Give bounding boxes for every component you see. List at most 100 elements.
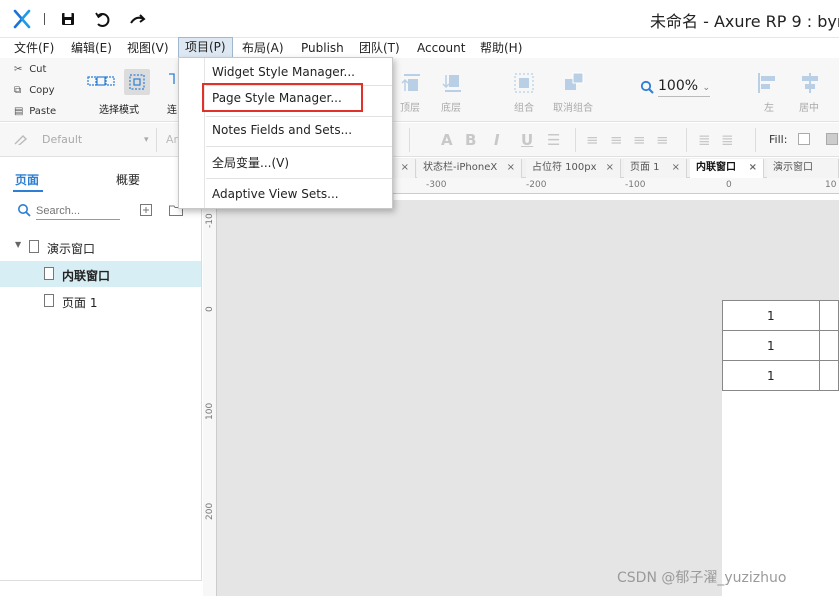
format-divider	[575, 128, 576, 152]
panel-footer	[0, 580, 202, 596]
window-title: 未命名 - Axure RP 9 : byro	[650, 12, 839, 31]
zoom-level-select[interactable]: 100% ⌄	[658, 78, 710, 97]
connector-icon[interactable]	[168, 72, 178, 88]
title-separator	[44, 13, 45, 25]
widget-style-select[interactable]: Default ▾	[8, 129, 156, 151]
valign-top-icon[interactable]: ≣	[698, 131, 711, 149]
format-divider	[686, 128, 687, 152]
copy-button[interactable]: ⧉ Copy	[14, 85, 55, 96]
menu-help[interactable]: 帮助(H)	[480, 39, 522, 57]
contain-select-icon	[129, 74, 145, 90]
zoom-icon[interactable]	[640, 80, 654, 94]
text-justify-icon[interactable]: ≡	[656, 131, 669, 149]
active-tab-indicator	[13, 190, 43, 192]
align-center-icon[interactable]	[798, 71, 822, 95]
tree-item-inline-window[interactable]: 内联窗口	[0, 261, 201, 287]
copy-icon: ⧉	[14, 85, 22, 96]
text-align-left-icon[interactable]: ≡	[586, 131, 599, 149]
axure-logo-icon	[13, 9, 31, 29]
horizontal-ruler: -300 -200 -100 0 10	[394, 178, 839, 194]
close-icon[interactable]: ×	[672, 159, 680, 177]
tab-outline[interactable]: 概要	[116, 171, 140, 188]
menu-item-global-variables[interactable]: 全局变量...(V)	[212, 154, 289, 171]
menu-publish[interactable]: Publish	[301, 39, 344, 57]
fill-label: Fill:	[769, 133, 788, 146]
valign-middle-icon[interactable]: ≣	[721, 131, 734, 149]
tab-pages[interactable]: 页面	[15, 171, 39, 188]
align-left-icon[interactable]	[756, 71, 780, 95]
menu-project[interactable]: 项目(P)	[178, 37, 233, 58]
pages-search-input[interactable]	[36, 203, 120, 220]
close-icon[interactable]: ×	[749, 159, 757, 177]
contain-select-button[interactable]	[124, 69, 150, 95]
ungroup-label: 取消组合	[553, 103, 593, 114]
scissors-icon: ✂	[14, 64, 23, 75]
menu-edit[interactable]: 编辑(E)	[71, 39, 112, 57]
format-divider	[156, 128, 157, 152]
menu-file[interactable]: 文件(F)	[14, 39, 54, 57]
menu-separator	[206, 178, 392, 179]
close-icon[interactable]: ×	[606, 159, 614, 177]
close-icon[interactable]: ×	[401, 159, 409, 177]
cut-button[interactable]: ✂ Cut	[14, 64, 46, 75]
chevron-down-icon: ▾	[144, 135, 149, 145]
align-left-label: 左	[764, 103, 774, 114]
font-size-up-icon[interactable]: A	[441, 131, 453, 149]
menu-account[interactable]: Account	[417, 39, 465, 57]
paste-button[interactable]: ▤ Paste	[14, 106, 56, 117]
send-to-back-label: 底层	[441, 103, 461, 114]
bring-to-front-icon[interactable]	[400, 71, 424, 95]
save-icon[interactable]	[60, 11, 76, 27]
menu-item-notes-fields[interactable]: Notes Fields and Sets...	[212, 123, 352, 137]
fill-color-swatch[interactable]	[798, 133, 810, 145]
table-row: 1	[722, 330, 839, 361]
underline-icon[interactable]: U	[521, 131, 533, 149]
table-widget[interactable]: 1 1 1	[722, 300, 839, 391]
tree-item-demo-window[interactable]: ▼ 演示窗口	[0, 234, 201, 260]
menu-layout[interactable]: 布局(A)	[242, 39, 284, 57]
connect-label: 连	[167, 105, 177, 116]
bullet-list-icon[interactable]: ☰	[547, 131, 560, 149]
group-label: 组合	[514, 103, 534, 114]
tree-item-page-1[interactable]: 页面 1	[0, 288, 201, 314]
doc-tab-page-1[interactable]: 页面 1 ×	[624, 159, 687, 178]
ungroup-icon[interactable]	[562, 70, 586, 94]
format-divider	[409, 128, 410, 152]
doc-tab-statusbar[interactable]: 状态栏-iPhoneX ×	[417, 159, 522, 178]
caret-down-icon[interactable]: ▼	[15, 240, 21, 249]
menu-item-adaptive-view-sets[interactable]: Adaptive View Sets...	[212, 187, 339, 201]
align-center-label: 居中	[799, 103, 819, 114]
font-family-select[interactable]: Ar	[166, 133, 178, 146]
redo-icon[interactable]	[129, 11, 147, 29]
menu-separator	[206, 146, 392, 147]
doc-tab-placeholder[interactable]: 占位符 100px ×	[526, 159, 621, 178]
menu-view[interactable]: 视图(V)	[127, 39, 169, 57]
table-row: 1	[722, 360, 839, 391]
italic-icon[interactable]: I	[494, 131, 500, 149]
clipboard-icon: ▤	[14, 106, 24, 117]
search-icon	[18, 204, 31, 217]
send-to-back-icon[interactable]	[441, 71, 465, 95]
chevron-down-icon: ⌄	[702, 83, 711, 93]
text-align-center-icon[interactable]: ≡	[610, 131, 623, 149]
fill-gradient-swatch[interactable]	[826, 133, 838, 145]
group-icon[interactable]	[512, 71, 536, 95]
page-icon	[44, 294, 54, 307]
bring-to-front-label: 顶层	[400, 103, 420, 114]
intersect-select-icon[interactable]	[86, 72, 116, 94]
undo-icon[interactable]	[94, 11, 112, 29]
bold-icon[interactable]: B	[465, 131, 476, 149]
menu-icon-gutter	[179, 58, 205, 208]
page-icon	[44, 267, 54, 280]
doc-tab-inline-window[interactable]: 内联窗口 ×	[690, 159, 764, 178]
menu-item-widget-style-manager[interactable]: Widget Style Manager...	[212, 65, 355, 79]
close-icon[interactable]: ×	[507, 159, 515, 177]
add-page-icon[interactable]	[140, 204, 152, 216]
text-align-right-icon[interactable]: ≡	[633, 131, 646, 149]
menu-team[interactable]: 团队(T)	[359, 39, 400, 57]
select-mode-label: 选择模式	[99, 105, 139, 116]
vertical-ruler: -10 0 100 200	[203, 200, 217, 596]
doc-tab-hidden[interactable]: ×	[394, 159, 416, 178]
doc-tab-demo-window[interactable]: 演示窗口	[767, 159, 839, 178]
pages-panel	[0, 158, 202, 596]
